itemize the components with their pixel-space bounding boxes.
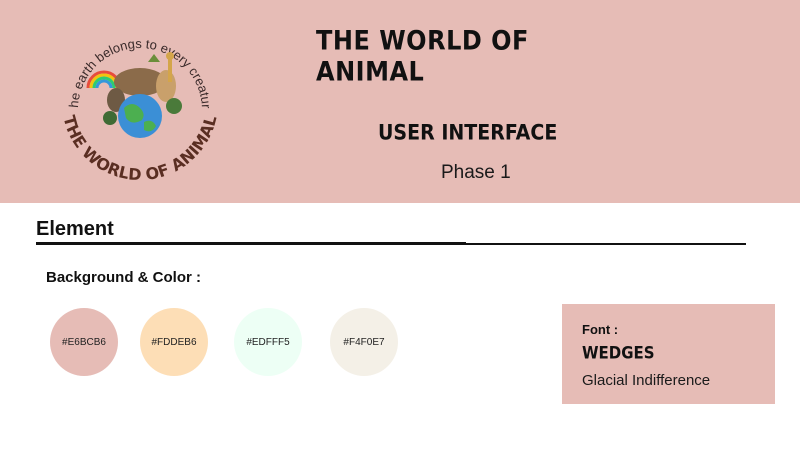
swatch-hex-label: #EDFFF5 bbox=[246, 336, 290, 348]
phase-label: Phase 1 bbox=[441, 162, 511, 183]
element-section-title: Element bbox=[36, 218, 114, 240]
section-divider bbox=[36, 242, 466, 245]
font-label: Font : bbox=[582, 322, 619, 337]
logo-emblem: The earth belongs to every creature bbox=[44, 0, 221, 184]
swatch-hex-label: #F4F0E7 bbox=[343, 336, 385, 348]
color-swatch-mint: #EDFFF5 bbox=[234, 308, 302, 376]
swatch-hex-label: #E6BCB6 bbox=[62, 336, 106, 348]
color-swatch-peach: #FDDEB6 bbox=[140, 308, 208, 376]
section-divider-tail bbox=[466, 243, 746, 245]
page-title: THE WORLD OF ANIMAL bbox=[316, 24, 529, 88]
header-banner: The earth belongs to every creature bbox=[0, 0, 800, 203]
body-font-name: Glacial Indifference bbox=[582, 372, 711, 389]
color-swatch-pink: #E6BCB6 bbox=[50, 308, 118, 376]
background-color-label: Background & Color : bbox=[46, 269, 202, 286]
swatch-hex-label: #FDDEB6 bbox=[151, 336, 197, 348]
earth-globe-icon bbox=[118, 94, 162, 138]
page-subtitle: USER INTERFACE bbox=[378, 120, 558, 146]
display-font-name: WEDGES bbox=[582, 343, 655, 363]
color-swatch-cream: #F4F0E7 bbox=[330, 308, 398, 376]
logo: The earth belongs to every creature bbox=[44, 0, 232, 194]
font-info-card: Font : WEDGES Glacial Indifference bbox=[562, 304, 775, 404]
